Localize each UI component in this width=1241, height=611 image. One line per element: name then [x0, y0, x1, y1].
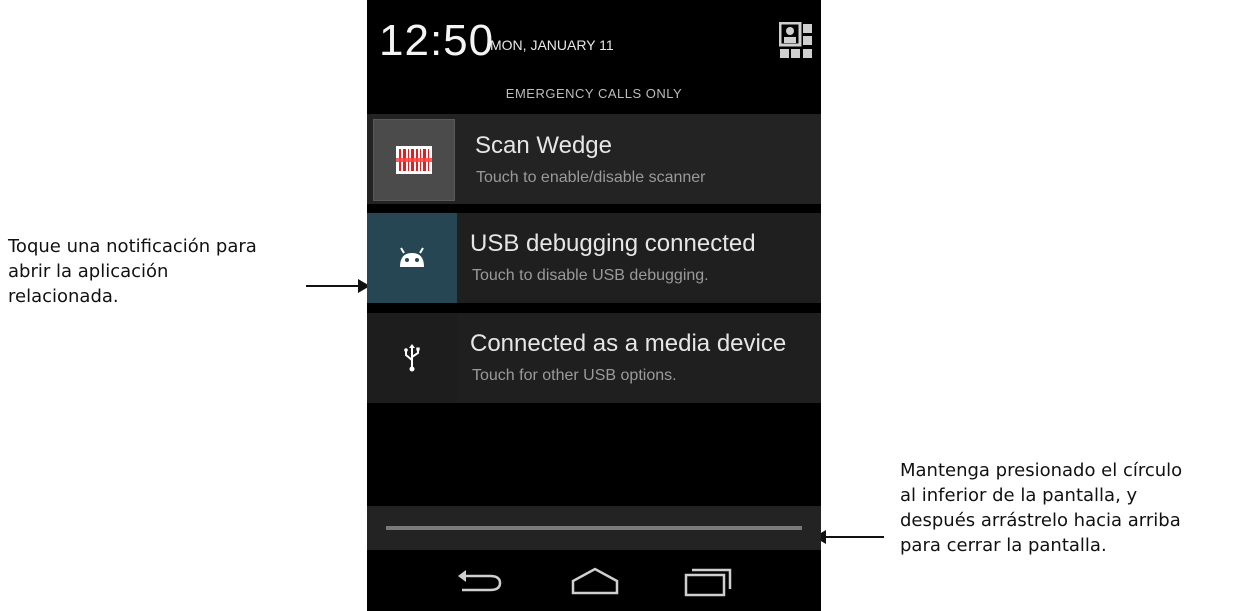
- shade-drag-handle[interactable]: [367, 506, 821, 550]
- notification-subtitle: Touch for other USB options.: [472, 367, 677, 384]
- back-icon[interactable]: [452, 565, 508, 597]
- clock-time: 12:50: [379, 16, 495, 65]
- notification-usb-debugging[interactable]: USB debugging connected Touch to disable…: [367, 213, 821, 303]
- recent-apps-icon[interactable]: [680, 565, 736, 597]
- drag-handle-line: [386, 526, 802, 530]
- callout-left-line: relacionada.: [8, 286, 119, 307]
- notification-shade: 12:50 MON, JANUARY 11 EMERGENCY CALLS ON…: [367, 0, 821, 611]
- notification-scan-wedge[interactable]: Scan Wedge Touch to enable/disable scann…: [367, 114, 821, 204]
- callout-left-line: abrir la aplicación: [8, 261, 169, 282]
- carrier-status: EMERGENCY CALLS ONLY: [505, 86, 683, 101]
- callout-left-line: Toque una notificación para: [8, 236, 257, 257]
- notification-title: Scan Wedge: [475, 132, 612, 159]
- usb-icon: [367, 313, 457, 403]
- notification-title: Connected as a media device: [470, 330, 787, 357]
- callout-right-line: Mantenga presionado el círculo: [900, 460, 1183, 481]
- callout-right-line: al inferior de la pantalla, y: [900, 485, 1138, 506]
- callout-left: Toque una notificación para abrir la apl…: [8, 234, 308, 309]
- callout-right: Mantenga presionado el círculo al inferi…: [900, 458, 1234, 558]
- notification-subtitle: Touch to disable USB debugging.: [472, 267, 709, 284]
- user-grid-icon[interactable]: [778, 21, 813, 60]
- callout-left-arrow: [306, 279, 370, 293]
- callout-right-line: después arrástrelo hacia arriba: [900, 510, 1181, 531]
- clock-date: MON, JANUARY 11: [490, 37, 614, 53]
- home-icon[interactable]: [567, 565, 623, 597]
- callout-right-line: para cerrar la pantalla.: [900, 535, 1107, 556]
- barcode-icon: [373, 119, 455, 201]
- notification-subtitle: Touch to enable/disable scanner: [476, 169, 706, 186]
- callout-right-arrow: [814, 530, 884, 544]
- notification-media-device[interactable]: Connected as a media device Touch for ot…: [367, 313, 821, 403]
- android-icon: [367, 213, 457, 303]
- navigation-bar: [367, 550, 821, 611]
- notification-title: USB debugging connected: [470, 230, 756, 257]
